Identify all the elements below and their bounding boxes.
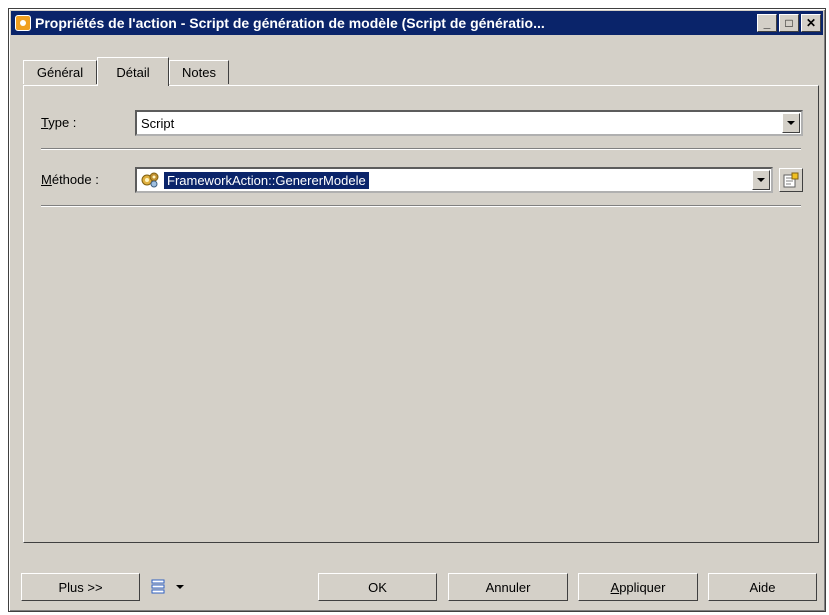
minimize-button[interactable]: _: [757, 14, 777, 32]
method-combobox[interactable]: FrameworkAction::GenererModele: [135, 167, 773, 193]
method-properties-button[interactable]: [779, 168, 803, 192]
method-dropdown-button[interactable]: [752, 170, 770, 190]
type-value: Script: [141, 115, 175, 131]
chevron-down-icon: [757, 178, 765, 182]
title-bar[interactable]: Propriétés de l'action - Script de génér…: [11, 11, 823, 35]
ok-button[interactable]: OK: [318, 573, 437, 601]
gears-icon: [141, 172, 159, 188]
tab-detail[interactable]: Détail: [97, 57, 169, 86]
tab-general[interactable]: Général: [23, 60, 97, 84]
properties-icon: [783, 172, 799, 188]
maximize-button[interactable]: □: [779, 14, 799, 32]
more-button[interactable]: Plus >>: [21, 573, 140, 601]
apply-button[interactable]: Appliquer: [578, 573, 698, 601]
list-icon: [151, 579, 165, 594]
window-title: Propriétés de l'action - Script de génér…: [35, 15, 545, 31]
cancel-button[interactable]: Annuler: [448, 573, 568, 601]
list-options-menu[interactable]: [150, 576, 200, 598]
method-label: Méthode :: [41, 172, 99, 187]
separator: [41, 148, 801, 150]
separator: [41, 205, 801, 207]
type-dropdown-button[interactable]: [782, 113, 800, 133]
detail-panel: Type : Script Méthode : FrameworkAction:…: [23, 85, 819, 543]
type-label: Type :: [41, 115, 77, 130]
properties-dialog: Propriétés de l'action - Script de génér…: [8, 8, 826, 612]
close-button[interactable]: ✕: [801, 14, 821, 32]
help-button[interactable]: Aide: [708, 573, 817, 601]
method-value: FrameworkAction::GenererModele: [164, 171, 369, 189]
type-combobox[interactable]: Script: [135, 110, 803, 136]
tab-notes[interactable]: Notes: [169, 60, 229, 84]
chevron-down-icon: [176, 585, 184, 589]
app-icon: [15, 15, 31, 31]
chevron-down-icon: [787, 121, 795, 125]
